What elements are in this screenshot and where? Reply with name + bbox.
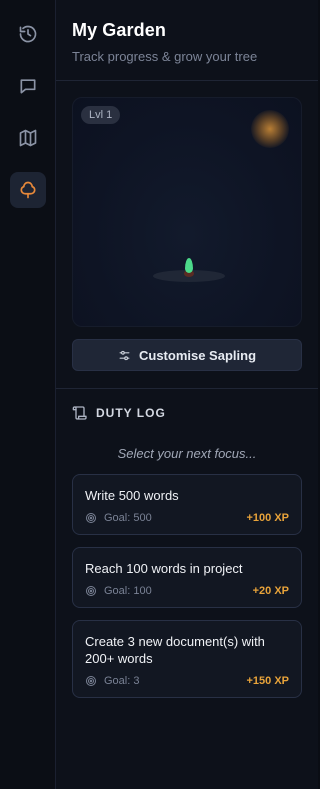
- customise-sapling-button[interactable]: Customise Sapling: [72, 339, 302, 371]
- task-list: Write 500 words Goal: 500 +100 XP Reach …: [72, 474, 302, 698]
- icon-rail: [0, 0, 56, 789]
- task-meta: Goal: 3 +150 XP: [85, 675, 289, 687]
- sliders-icon: [119, 350, 130, 360]
- sapling-sprout: [185, 258, 193, 273]
- select-focus-hint: Select your next focus...: [117, 446, 257, 461]
- duty-log-header: DUTY LOG: [72, 405, 302, 421]
- tree-icon: [20, 181, 36, 199]
- sun-glow: [251, 110, 289, 148]
- page-title: My Garden: [72, 20, 166, 40]
- rail-button-map[interactable]: [10, 120, 46, 156]
- rail-button-chat[interactable]: [10, 68, 46, 104]
- rail-button-garden[interactable]: [9, 172, 46, 208]
- task-card[interactable]: Create 3 new document(s) with 200+ words…: [72, 620, 302, 698]
- task-title: Create 3 new document(s) with 200+ words: [85, 634, 265, 666]
- chat-icon: [20, 79, 36, 94]
- target-icon: [86, 676, 96, 686]
- task-card[interactable]: Reach 100 words in project Goal: 100 +20…: [72, 547, 302, 608]
- task-goal-text: Goal: 100: [104, 585, 152, 597]
- task-title: Reach 100 words in project: [85, 561, 243, 576]
- history-icon: [19, 25, 36, 43]
- task-xp-reward: +100 XP: [246, 512, 289, 524]
- task-meta: Goal: 100 +20 XP: [85, 585, 289, 597]
- scroll-icon: [72, 406, 87, 420]
- page-subtitle: Track progress & grow your tree: [72, 49, 258, 64]
- app: My Garden Track progress & grow your tre…: [0, 0, 318, 789]
- target-icon: [86, 586, 96, 596]
- target-icon: [86, 513, 96, 523]
- garden-canvas[interactable]: Lvl 1: [72, 97, 302, 327]
- task-title: Write 500 words: [85, 488, 179, 503]
- rail-button-history[interactable]: [10, 16, 46, 52]
- level-badge: Lvl 1: [81, 106, 121, 124]
- panel-header: My Garden Track progress & grow your tre…: [56, 0, 318, 81]
- task-card[interactable]: Write 500 words Goal: 500 +100 XP: [72, 474, 302, 535]
- map-icon: [19, 129, 36, 147]
- duty-log-title: DUTY LOG: [96, 406, 166, 420]
- task-goal: Goal: 3: [85, 675, 139, 687]
- task-xp-reward: +150 XP: [246, 675, 289, 687]
- task-meta: Goal: 500 +100 XP: [85, 512, 289, 524]
- task-goal: Goal: 500: [85, 512, 152, 524]
- garden-panel: My Garden Track progress & grow your tre…: [56, 0, 318, 789]
- task-goal-text: Goal: 3: [104, 675, 140, 687]
- customise-sapling-label: Customise Sapling: [138, 347, 257, 363]
- garden-section: Lvl 1 Customise Sapling: [56, 81, 318, 389]
- task-goal: Goal: 100: [85, 585, 152, 597]
- duty-log-section: DUTY LOG Select your next focus... Write…: [56, 389, 318, 698]
- task-goal-text: Goal: 500: [104, 512, 152, 524]
- task-xp-reward: +20 XP: [252, 585, 289, 597]
